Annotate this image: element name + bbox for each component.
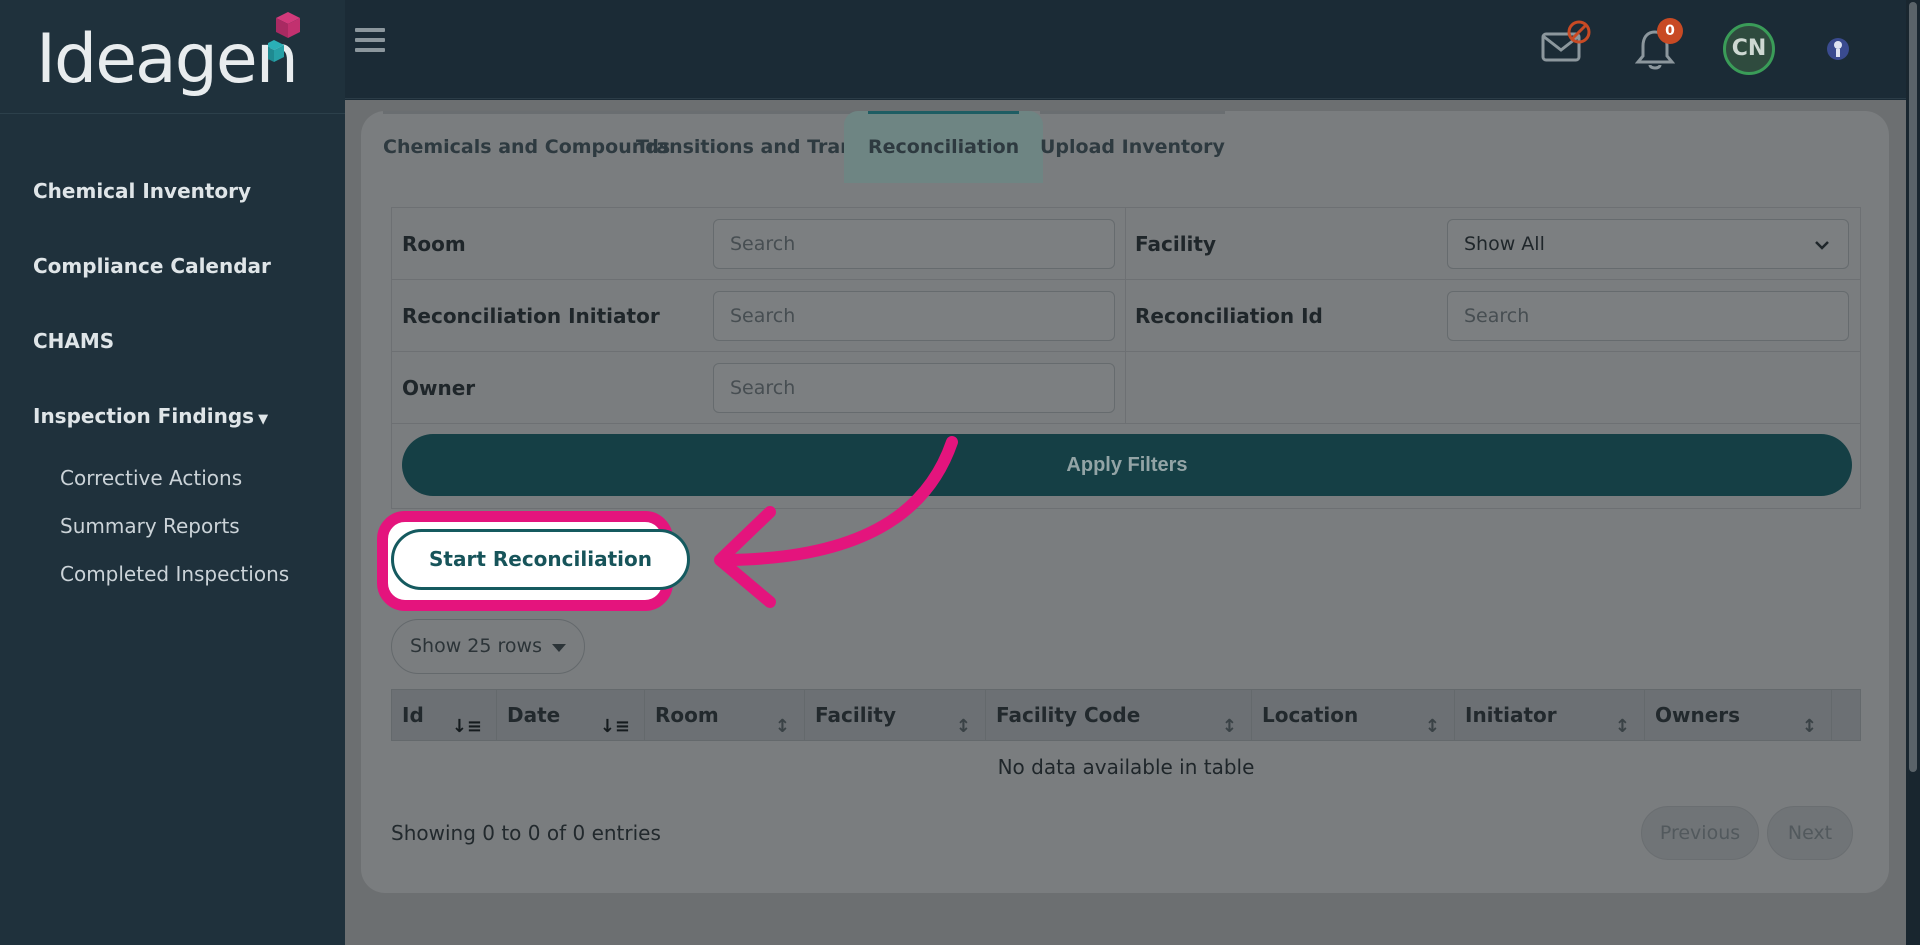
- sidebar-item-label: Inspection Findings: [33, 404, 255, 428]
- tab-reconciliation[interactable]: Reconciliation: [844, 111, 1044, 183]
- chevron-down-icon: [1815, 241, 1829, 250]
- reconciliation-table: Id ↓≡ Date ↓≡ Room ↕ Facility ↕ Facility Cod…: [391, 689, 1861, 793]
- sidebar-item-label: CHAMS: [33, 329, 115, 353]
- filter-row-1: Room Facility Show All: [392, 208, 1860, 280]
- sidebar-item-chams[interactable]: CHAMS: [0, 304, 345, 379]
- column-header-room[interactable]: Room ↕: [645, 690, 805, 740]
- facility-label: Facility: [1135, 232, 1217, 256]
- sidebar-item-label: Chemical Inventory: [33, 179, 252, 203]
- table-header: Id ↓≡ Date ↓≡ Room ↕ Facility ↕ Facility Cod…: [391, 689, 1861, 741]
- sort-icon: ↕: [1614, 716, 1630, 737]
- logo-text: Ideagen: [36, 20, 299, 99]
- reconciliation-id-search-input[interactable]: [1447, 291, 1849, 341]
- logo-cube-icon: [268, 12, 300, 62]
- initiator-search-input[interactable]: [713, 291, 1115, 341]
- start-reconciliation-button[interactable]: Start Reconciliation: [391, 529, 690, 590]
- sidebar-subitem-completed-inspections[interactable]: Completed Inspections: [0, 550, 345, 598]
- owner-search-input[interactable]: [713, 363, 1115, 413]
- room-label: Room: [402, 232, 466, 256]
- column-header-owners[interactable]: Owners ↕: [1645, 690, 1832, 740]
- pagination-info: Showing 0 to 0 of 0 entries: [391, 821, 661, 845]
- column-header-initiator[interactable]: Initiator ↕: [1455, 690, 1645, 740]
- sidebar-item-compliance-calendar[interactable]: Compliance Calendar: [0, 229, 345, 304]
- filter-row-2: Reconciliation Initiator Reconciliation …: [392, 280, 1860, 352]
- sort-desc-icon: ↓≡: [451, 716, 482, 737]
- previous-page-button[interactable]: Previous: [1641, 806, 1759, 860]
- apply-filters-button[interactable]: Apply Filters: [402, 434, 1852, 496]
- avatar[interactable]: CN: [1723, 23, 1775, 75]
- column-header-label: Location: [1262, 703, 1359, 727]
- tab-upload-inventory[interactable]: Upload Inventory: [1040, 111, 1225, 183]
- reconciliation-id-label: Reconciliation Id: [1135, 304, 1323, 328]
- initiator-label: Reconciliation Initiator: [402, 304, 660, 328]
- sidebar-item-label: Compliance Calendar: [33, 254, 271, 278]
- filter-row-3: Owner: [392, 352, 1860, 424]
- column-header-label: Date: [507, 703, 561, 727]
- caret-down-icon: [552, 644, 566, 652]
- scrollbar-thumb[interactable]: [1909, 2, 1917, 772]
- column-header-id[interactable]: Id ↓≡: [392, 690, 497, 740]
- sidebar-subitem-corrective-actions[interactable]: Corrective Actions: [0, 454, 345, 502]
- rows-per-page-value: Show 25 rows: [410, 635, 542, 657]
- page-scrollbar[interactable]: [1906, 0, 1920, 945]
- rows-per-page-select[interactable]: Show 25 rows: [391, 619, 585, 674]
- sidebar-subitem-summary-reports[interactable]: Summary Reports: [0, 502, 345, 550]
- column-header-label: Owners: [1655, 703, 1741, 727]
- column-header-label: Id: [402, 703, 424, 727]
- sort-icon: ↕: [955, 716, 971, 737]
- tab-chemicals-and-compounds[interactable]: Chemicals and Compounds: [383, 111, 671, 183]
- logo[interactable]: Ideagen: [0, 0, 345, 114]
- callout-arrow-icon: [714, 436, 958, 608]
- sidebar-nav: Chemical Inventory Compliance Calendar C…: [0, 114, 345, 598]
- sort-icon: ↕: [1424, 716, 1440, 737]
- column-header-label: Facility Code: [996, 703, 1141, 727]
- caret-down-icon: ▼: [258, 412, 269, 427]
- column-header-date[interactable]: Date ↓≡: [497, 690, 645, 740]
- sidebar: Ideagen Chemical Inventory Compliance Ca…: [0, 0, 345, 945]
- top-bar: 0 CN: [345, 0, 1920, 99]
- column-header-facility-code[interactable]: Facility Code ↕: [986, 690, 1252, 740]
- notification-badge: 0: [1657, 18, 1683, 44]
- next-page-button[interactable]: Next: [1767, 806, 1853, 860]
- sidebar-item-chemical-inventory[interactable]: Chemical Inventory: [0, 154, 345, 229]
- sort-icon: ↕: [1801, 716, 1817, 737]
- room-search-input[interactable]: [713, 219, 1115, 269]
- column-header-location[interactable]: Location ↕: [1252, 690, 1455, 740]
- sort-icon: ↕: [774, 716, 790, 737]
- owner-label: Owner: [402, 376, 476, 400]
- facility-select-value: Show All: [1464, 233, 1545, 255]
- help-icon[interactable]: [1825, 36, 1851, 62]
- column-header-label: Initiator: [1465, 703, 1557, 727]
- facility-select[interactable]: Show All: [1447, 219, 1849, 269]
- hamburger-menu-icon[interactable]: [355, 28, 385, 52]
- sort-desc-icon: ↓≡: [599, 716, 630, 737]
- mail-icon[interactable]: [1540, 18, 1592, 70]
- sort-icon: ↕: [1221, 716, 1237, 737]
- sidebar-item-inspection-findings[interactable]: Inspection Findings ▼: [0, 379, 345, 454]
- column-header-label: Room: [655, 703, 719, 727]
- column-header-label: Facility: [815, 703, 897, 727]
- column-header-facility[interactable]: Facility ↕: [805, 690, 986, 740]
